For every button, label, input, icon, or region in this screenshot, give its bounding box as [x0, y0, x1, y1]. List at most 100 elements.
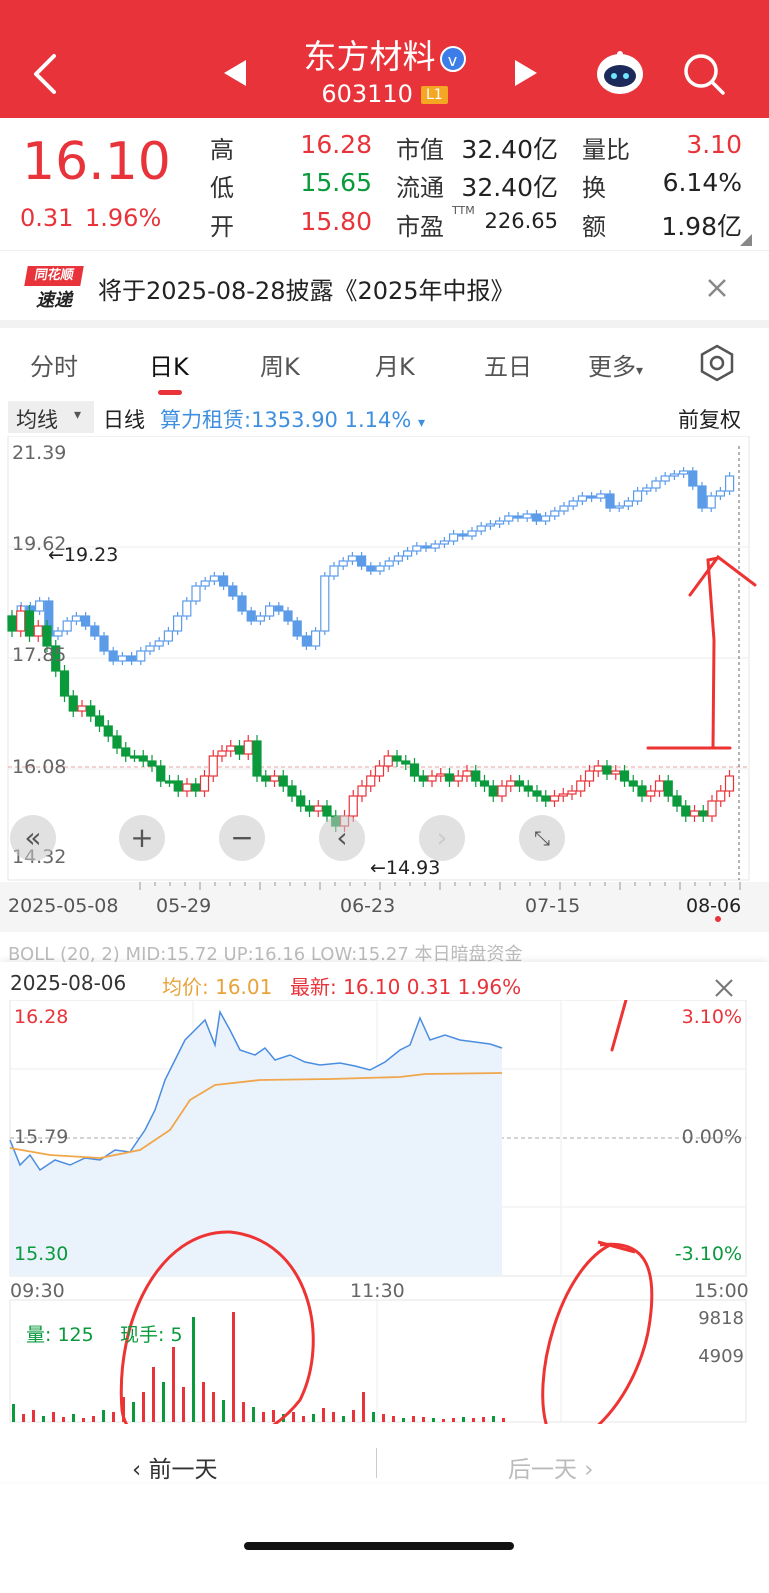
candle [458, 530, 468, 540]
volume-bar [12, 1404, 15, 1422]
intraday-chart[interactable] [0, 1000, 769, 1424]
candle [138, 750, 148, 767]
kline-chart[interactable] [0, 436, 769, 882]
volume-bar [172, 1347, 175, 1422]
candle [265, 602, 275, 620]
next-day-button[interactable]: 后一天 › [508, 1450, 594, 1484]
scroll-left-icon[interactable]: ‹ [319, 815, 365, 861]
volume-bar [62, 1417, 65, 1422]
candle [567, 785, 577, 800]
tab-more[interactable]: 更多▾ [588, 347, 643, 382]
candle [219, 572, 229, 590]
candle [129, 750, 140, 762]
candle [320, 572, 330, 635]
close-icon[interactable] [713, 977, 735, 999]
candle [681, 800, 691, 822]
candle [374, 760, 385, 782]
pe-label: 市盈 [396, 213, 444, 241]
robot-assistant-icon[interactable] [594, 50, 646, 96]
close-icon[interactable] [706, 277, 728, 299]
mktcap-label: 市值 [396, 136, 444, 164]
candle [623, 497, 634, 510]
candle [283, 607, 293, 625]
search-icon[interactable] [682, 52, 726, 96]
kline-high-marker: ←19.23 [48, 544, 119, 566]
candle [278, 770, 288, 792]
candle [495, 517, 505, 528]
candle [366, 770, 376, 792]
volume-bar [252, 1407, 255, 1422]
fullscreen-icon[interactable]: ⤡ [519, 815, 565, 861]
chevron-right-icon: › [577, 1457, 594, 1483]
volume-label: 量: 125 [26, 1324, 94, 1346]
tab-five-day[interactable]: 五日 [484, 347, 532, 382]
adjust-mode[interactable]: 前复权 [678, 404, 741, 434]
candle [485, 520, 495, 530]
candle [117, 652, 128, 665]
candle [651, 477, 661, 492]
candle [427, 770, 437, 787]
open-value: 15.80 [300, 207, 372, 236]
volume-bar [132, 1402, 135, 1422]
candle [392, 750, 402, 767]
volume-bar [112, 1412, 115, 1422]
candle [357, 780, 367, 802]
candle [642, 484, 652, 495]
candle [706, 492, 716, 512]
candle [287, 780, 297, 802]
divider [376, 1448, 377, 1478]
volume-bar [342, 1416, 345, 1422]
intraday-popup: 2025-08-06 均价: 16.01 最新: 16.10 0.31 1.96… [0, 962, 769, 1482]
home-indicator [244, 1542, 514, 1550]
scroll-left-fast-icon[interactable]: « [10, 815, 56, 861]
scroll-right-icon[interactable]: › [419, 815, 465, 861]
next-stock-icon[interactable] [513, 58, 539, 88]
candle [33, 620, 43, 642]
zoom-out-button[interactable]: − [219, 815, 265, 861]
candle [217, 745, 227, 762]
candle [103, 720, 113, 742]
low-value: 15.65 [300, 168, 372, 197]
candle [200, 577, 210, 590]
tab-intraday[interactable]: 分时 [30, 347, 78, 382]
volume-bar [82, 1418, 85, 1422]
open-label: 开 [210, 213, 234, 241]
volume-bar [322, 1408, 325, 1422]
candle [523, 780, 533, 797]
candle [182, 778, 192, 797]
candle [24, 605, 35, 642]
tab-weekly-k[interactable]: 周K [260, 347, 300, 382]
candle [77, 700, 87, 717]
avg-price-label: 均价: 16.01 [162, 975, 273, 999]
hand-label: 现手: 5 [120, 1324, 183, 1346]
candle [540, 512, 551, 525]
float-value: 32.40亿 [461, 173, 558, 202]
zoom-in-button[interactable]: + [119, 815, 165, 861]
candle [246, 607, 256, 625]
candle [558, 788, 568, 802]
stock-code-row: 603110 L1 [0, 80, 769, 108]
volume-bar [392, 1416, 395, 1422]
candle [497, 780, 507, 802]
candle [68, 690, 78, 717]
x-label: 07-15 [525, 895, 581, 917]
volume-tick: 4909 [698, 1346, 744, 1367]
candle [191, 778, 201, 797]
settings-icon[interactable] [698, 344, 736, 382]
vol-ratio-label: 量比 [582, 136, 630, 164]
prev-day-button[interactable]: ‹ 前一天 [132, 1450, 218, 1484]
candle [393, 552, 403, 565]
tab-daily-k[interactable]: 日K [149, 347, 189, 382]
ma-select[interactable]: 均线 ▾ [8, 401, 94, 433]
candle [628, 775, 638, 792]
turnover-value: 6.14% [662, 168, 742, 197]
kline-y-label: 16.08 [12, 756, 67, 778]
notice-bar[interactable]: 同花顺 速递 将于2025-08-28披露《2025年中报》 [0, 250, 769, 320]
volume-bar [222, 1400, 225, 1422]
tab-monthly-k[interactable]: 月K [375, 347, 415, 382]
expand-corner-icon[interactable] [740, 234, 752, 246]
candle [453, 770, 463, 787]
candle [715, 487, 726, 500]
sector-overlay-info[interactable]: 算力租赁:1353.90 1.14% ▾ [160, 404, 425, 434]
kline-y-label: 21.39 [12, 442, 67, 464]
